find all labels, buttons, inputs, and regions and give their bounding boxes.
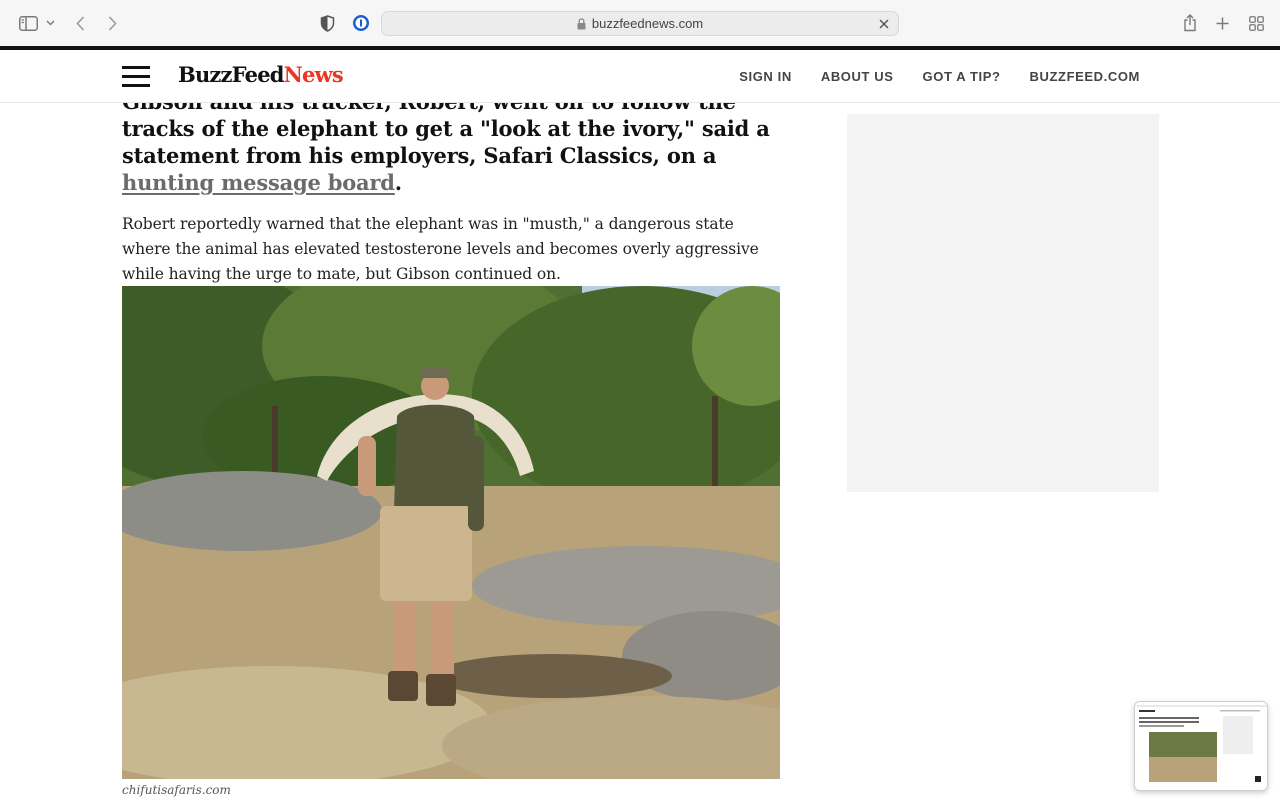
password-manager-icon[interactable]	[351, 12, 371, 34]
thumbnail-image	[1135, 702, 1267, 790]
hunter-with-tusk-image	[122, 286, 780, 779]
nav-about-us[interactable]: ABOUT US	[821, 69, 894, 84]
logo-buzzfeed-text: BuzzFeed	[178, 62, 284, 87]
sidebar-ad-slot	[847, 114, 1159, 492]
share-icon[interactable]	[1182, 12, 1198, 34]
back-arrow-icon[interactable]	[72, 12, 88, 34]
close-icon[interactable]	[876, 16, 892, 32]
forward-arrow-icon[interactable]	[104, 12, 120, 34]
article-body: Gibson and his tracker, Robert, went on …	[122, 88, 782, 797]
nav-sign-in[interactable]: SIGN IN	[739, 69, 792, 84]
page-thumbnail-preview[interactable]	[1134, 701, 1268, 791]
body-paragraph: Robert reportedly warned that the elepha…	[122, 215, 759, 283]
address-bar[interactable]: buzzfeednews.com	[381, 11, 899, 36]
hunting-message-board-link[interactable]: hunting message board	[122, 170, 395, 195]
browser-toolbar: buzzfeednews.com	[0, 0, 1280, 46]
menu-icon[interactable]	[122, 66, 150, 88]
nav-got-a-tip[interactable]: GOT A TIP?	[923, 69, 1001, 84]
sidebar-icon[interactable]	[18, 12, 38, 34]
logo-news-text: News	[283, 62, 344, 87]
url-text: buzzfeednews.com	[591, 16, 704, 31]
plus-icon[interactable]	[1214, 12, 1230, 34]
buzzfeed-news-logo[interactable]: BuzzFeedNews	[178, 62, 344, 87]
chevron-down-icon[interactable]	[44, 12, 56, 34]
tab-grid-icon[interactable]	[1247, 12, 1265, 34]
nav-buzzfeed-com[interactable]: BUZZFEED.COM	[1030, 69, 1140, 84]
lock-icon	[577, 17, 586, 30]
lead-paragraph: Gibson and his tracker, Robert, went on …	[122, 88, 782, 196]
site-header: BuzzFeedNews SIGN IN ABOUT US GOT A TIP?…	[0, 50, 1280, 103]
shield-icon[interactable]	[318, 12, 336, 34]
article-photo	[122, 286, 780, 779]
photo-caption: chifutisafaris.com	[122, 783, 231, 797]
top-nav: SIGN IN ABOUT US GOT A TIP? BUZZFEED.COM	[739, 50, 1140, 103]
lead-end: .	[394, 170, 402, 195]
